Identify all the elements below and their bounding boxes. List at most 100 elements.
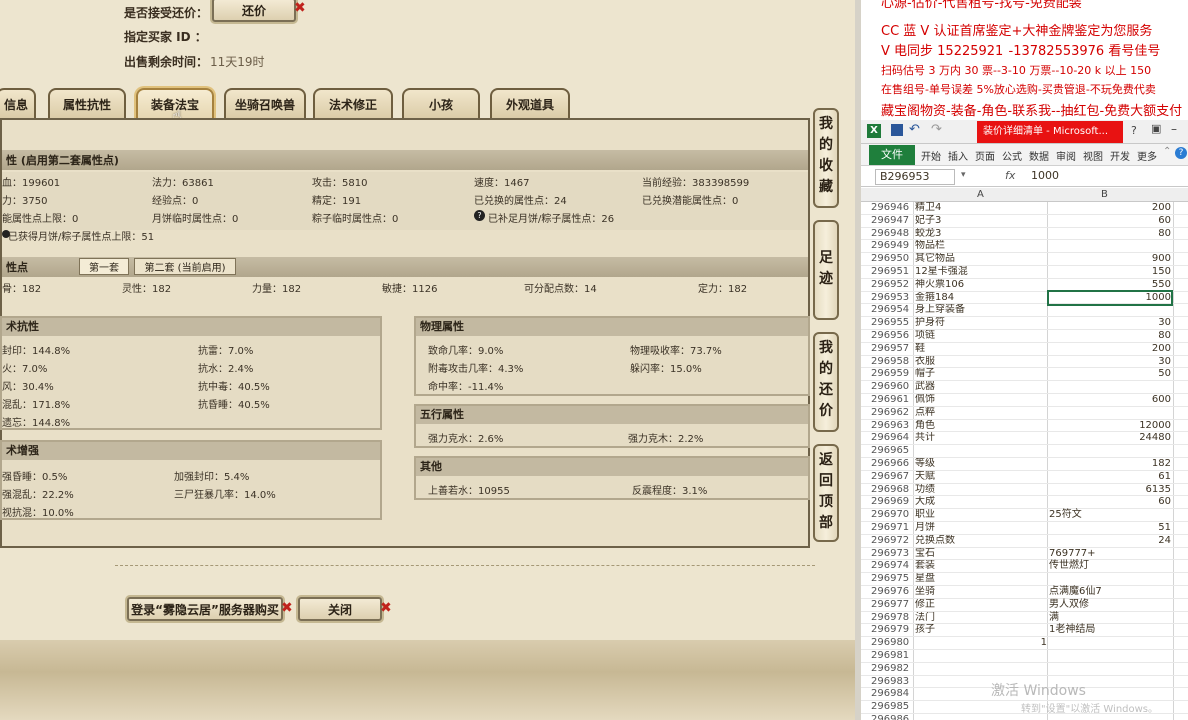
cell-b[interactable]: 769777+ bbox=[1049, 548, 1171, 561]
row-number[interactable]: 296947 bbox=[871, 215, 913, 228]
subtab-set1[interactable]: 第一套 bbox=[79, 258, 129, 275]
table-row[interactable]: 296957 鞋 200 bbox=[861, 343, 1188, 356]
minimize-icon[interactable]: – bbox=[1171, 122, 1177, 136]
name-box[interactable]: B296953 bbox=[875, 169, 955, 185]
cell-a[interactable]: 物品栏 bbox=[915, 240, 1047, 253]
tab-view[interactable]: 视图 bbox=[1083, 148, 1103, 163]
tab-formula[interactable]: 公式 bbox=[1002, 148, 1022, 163]
cell-a[interactable]: 修正 bbox=[915, 599, 1047, 612]
cell-b[interactable]: 60 bbox=[1049, 215, 1171, 228]
my-favorites-button[interactable]: 我的收藏 bbox=[813, 108, 839, 208]
tab-home[interactable]: 开始 bbox=[921, 148, 941, 163]
cell-a[interactable]: 天赋 bbox=[915, 471, 1047, 484]
table-row[interactable]: 296970 职业 25符文 bbox=[861, 509, 1188, 522]
cell-a[interactable]: 金箍184 bbox=[915, 292, 1047, 305]
row-number[interactable]: 296975 bbox=[871, 573, 913, 586]
cell-b[interactable]: 50 bbox=[1049, 368, 1171, 381]
cell-a[interactable]: 神火票106 bbox=[915, 279, 1047, 292]
cell-a[interactable]: 武器 bbox=[915, 381, 1047, 394]
table-row[interactable]: 296980 1 bbox=[861, 637, 1188, 650]
row-number[interactable]: 296966 bbox=[871, 458, 913, 471]
login-purchase-button[interactable]: 登录“雾隐云居”服务器购买 bbox=[127, 597, 283, 621]
tab-developer[interactable]: 开发 bbox=[1110, 148, 1130, 163]
row-number[interactable]: 296953 bbox=[871, 292, 913, 305]
formula-input[interactable]: 1000 bbox=[1031, 169, 1059, 182]
cell-a[interactable]: 鞋 bbox=[915, 343, 1047, 356]
cell-a[interactable]: 大成 bbox=[915, 496, 1047, 509]
cell-b[interactable]: 182 bbox=[1049, 458, 1171, 471]
row-number[interactable]: 296969 bbox=[871, 496, 913, 509]
row-number[interactable]: 296968 bbox=[871, 484, 913, 497]
cell-b[interactable]: 6135 bbox=[1049, 484, 1171, 497]
row-number[interactable]: 296982 bbox=[871, 663, 913, 676]
row-number[interactable]: 296946 bbox=[871, 202, 913, 215]
table-row[interactable]: 296977 修正 男人双修 bbox=[861, 599, 1188, 612]
cell-b[interactable]: 51 bbox=[1049, 522, 1171, 535]
cell-b[interactable]: 24 bbox=[1049, 535, 1171, 548]
row-number[interactable]: 296976 bbox=[871, 586, 913, 599]
cell-a[interactable]: 孩子 bbox=[915, 624, 1047, 637]
tab-appearance[interactable]: 外观道具 bbox=[490, 88, 570, 118]
row-number[interactable]: 296956 bbox=[871, 330, 913, 343]
redo-icon[interactable]: ↷ bbox=[931, 122, 942, 137]
row-number[interactable]: 296984 bbox=[871, 688, 913, 701]
tab-spell-correction[interactable]: 法术修正 bbox=[313, 88, 393, 118]
cell-a[interactable]: 宝石 bbox=[915, 548, 1047, 561]
table-row[interactable]: 296952 神火票106 550 bbox=[861, 279, 1188, 292]
table-row[interactable]: 296976 坐骑 点满魔6仙7 bbox=[861, 586, 1188, 599]
tab-mounts-pets[interactable]: 坐骑召唤兽 bbox=[224, 88, 306, 118]
row-number[interactable]: 296949 bbox=[871, 240, 913, 253]
close-x-icon[interactable]: ✖ bbox=[380, 600, 392, 616]
row-number[interactable]: 296972 bbox=[871, 535, 913, 548]
tab-more[interactable]: 更多 bbox=[1137, 148, 1157, 163]
help-icon[interactable]: ? bbox=[1131, 124, 1137, 137]
column-a-header[interactable]: A bbox=[977, 189, 984, 200]
table-row[interactable]: 296968 功绩 6135 bbox=[861, 484, 1188, 497]
row-number[interactable]: 296960 bbox=[871, 381, 913, 394]
row-number[interactable]: 296965 bbox=[871, 445, 913, 458]
row-number[interactable]: 296964 bbox=[871, 432, 913, 445]
cell-a[interactable]: 妃子3 bbox=[915, 215, 1047, 228]
tab-page[interactable]: 页面 bbox=[975, 148, 995, 163]
row-number[interactable]: 296957 bbox=[871, 343, 913, 356]
cell-b[interactable]: 1000 bbox=[1047, 289, 1173, 307]
cell-a[interactable]: 法门 bbox=[915, 612, 1047, 625]
column-b-header[interactable]: B bbox=[1101, 189, 1108, 200]
cell-a[interactable]: 等级 bbox=[915, 458, 1047, 471]
row-number[interactable]: 296963 bbox=[871, 420, 913, 433]
table-row[interactable]: 296965 bbox=[861, 445, 1188, 458]
row-number[interactable]: 296959 bbox=[871, 368, 913, 381]
undo-icon[interactable]: ↶ bbox=[909, 122, 920, 137]
table-row[interactable]: 296971 月饼 51 bbox=[861, 522, 1188, 535]
cell-b[interactable]: 200 bbox=[1049, 202, 1171, 215]
cell-a[interactable]: 帽子 bbox=[915, 368, 1047, 381]
cell-b[interactable]: 25符文 bbox=[1049, 509, 1171, 522]
row-number[interactable]: 296985 bbox=[871, 701, 913, 714]
table-row[interactable]: 296949 物品栏 bbox=[861, 240, 1188, 254]
row-number[interactable]: 296986 bbox=[871, 714, 913, 720]
table-row[interactable]: 296950 其它物品 900 bbox=[861, 253, 1188, 266]
table-row[interactable]: 296948 蛟龙3 80 bbox=[861, 228, 1188, 241]
cell-b[interactable]: 1老神结局 bbox=[1049, 624, 1171, 637]
counter-offer-button[interactable]: 还价 bbox=[212, 0, 296, 22]
table-row[interactable]: 296960 武器 bbox=[861, 381, 1188, 394]
cell-b[interactable]: 满 bbox=[1049, 612, 1171, 625]
my-counteroffers-button[interactable]: 我的还价 bbox=[813, 332, 839, 432]
cell-b[interactable]: 传世燃灯 bbox=[1049, 560, 1171, 573]
table-row[interactable]: 296963 角色 12000 bbox=[861, 420, 1188, 433]
row-number[interactable]: 296981 bbox=[871, 650, 913, 663]
cell-b[interactable]: 男人双修 bbox=[1049, 599, 1171, 612]
table-row[interactable]: 296951 12星卡强混 150 bbox=[861, 266, 1188, 279]
row-number[interactable]: 296971 bbox=[871, 522, 913, 535]
cell-a[interactable]: 身上穿装备 bbox=[915, 304, 1047, 317]
table-row[interactable]: 296962 点粹 bbox=[861, 407, 1188, 420]
cell-b[interactable]: 61 bbox=[1049, 471, 1171, 484]
back-to-top-button[interactable]: 返回顶部 bbox=[813, 444, 839, 542]
cell-a[interactable]: 功绩 bbox=[915, 484, 1047, 497]
cell-a[interactable]: 星盘 bbox=[915, 573, 1047, 586]
tab-info[interactable]: 信息 bbox=[0, 88, 36, 118]
cell-b[interactable]: 80 bbox=[1049, 330, 1171, 343]
row-number[interactable]: 296950 bbox=[871, 253, 913, 266]
cell-b[interactable]: 30 bbox=[1049, 356, 1171, 369]
table-row[interactable]: 296973 宝石 769777+ bbox=[861, 548, 1188, 561]
